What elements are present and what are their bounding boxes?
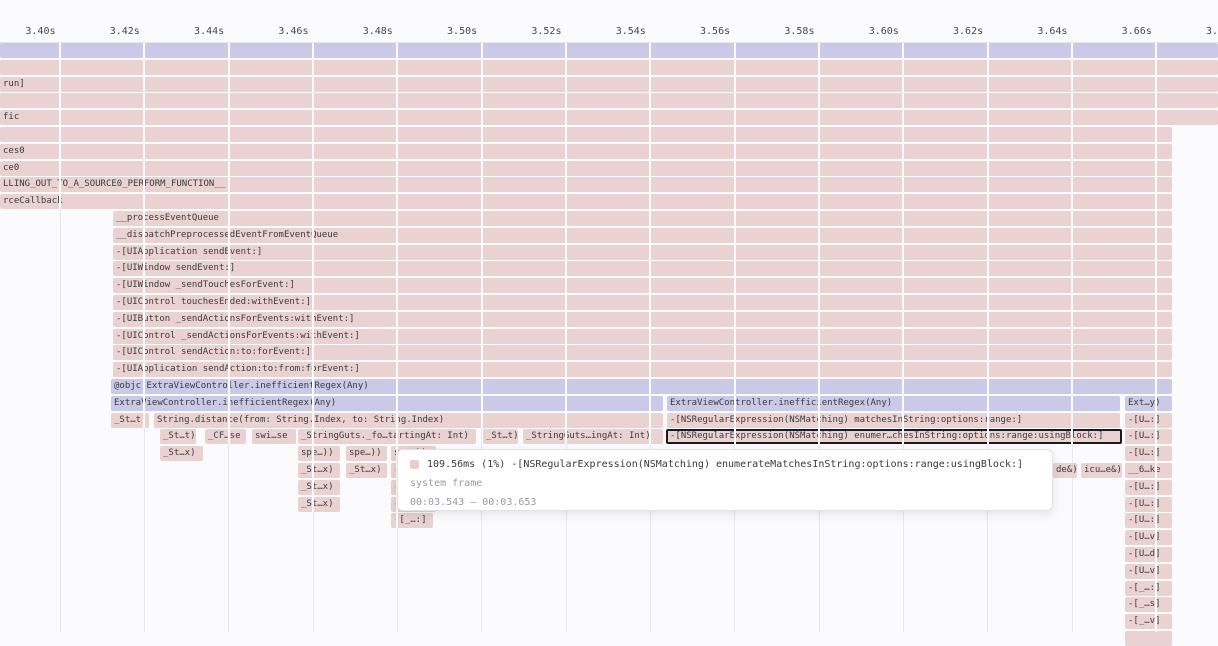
flame-bar[interactable]: -[UIControl sendAction:to:forEvent:] — [113, 345, 1172, 360]
flame-bar[interactable]: LLING_OUT_TO_A_SOURCE0_PERFORM_FUNCTION_… — [0, 177, 1172, 192]
ruler-tick-label: 3.42s — [84, 26, 140, 37]
flame-bar[interactable] — [0, 93, 1218, 108]
flame-bar[interactable]: icu…e&) — [1081, 463, 1122, 478]
flame-bar[interactable]: -[UIApplication sendAction:to:from:forEv… — [113, 362, 1172, 377]
ruler-tick-label: 3.60s — [843, 26, 899, 37]
flame-bar[interactable]: -[U…:] — [1125, 497, 1172, 512]
gridline-overlay — [1155, 43, 1157, 632]
color-swatch — [410, 460, 419, 469]
ruler-tick-label: 3.54s — [590, 26, 646, 37]
tooltip-time-range: 00:03.543 — 00:03.653 — [406, 493, 1042, 512]
flame-bar[interactable]: -[U…:] — [1125, 413, 1172, 428]
flame-bar[interactable]: String.distance(from: String.Index, to: … — [154, 413, 663, 428]
gridline-overlay — [902, 43, 904, 444]
flame-bar[interactable]: -[UIWindow sendEvent:] — [113, 261, 1172, 276]
flame-bar[interactable]: _St…x) — [160, 446, 203, 461]
ruler-tick-label: 3.46s — [252, 26, 308, 37]
ruler-tick-label: 3.56s — [674, 26, 730, 37]
flame-bar[interactable]: spe…)) — [298, 446, 340, 461]
gridline-overlay — [987, 43, 989, 444]
flame-bar[interactable]: run] — [0, 77, 1218, 92]
gridline-overlay — [143, 43, 145, 428]
ruler-tick-label: 3.50s — [421, 26, 477, 37]
flame-bar[interactable] — [0, 60, 1218, 75]
ruler-tick-label: 3.48s — [337, 26, 393, 37]
gridline-overlay — [312, 43, 314, 512]
ruler-tick-label: 3.64s — [1011, 26, 1067, 37]
ruler-tick-label: 3.40s — [0, 26, 56, 37]
flame-bar[interactable]: _St…x) — [298, 463, 340, 478]
flame-bar[interactable]: _StringGuts._fo…tartingAt: Int) — [298, 429, 476, 444]
flame-bar[interactable]: ExtraViewController.inefficientRegex(Any… — [111, 396, 663, 411]
flame-bar[interactable]: -[U…v] — [1125, 564, 1172, 579]
flame-bar[interactable] — [1125, 631, 1172, 646]
tooltip-frame-type: system frame — [406, 474, 1042, 493]
flame-bar[interactable]: -[U…v] — [1125, 530, 1172, 545]
flame-bar[interactable]: _St…t) — [483, 429, 518, 444]
tooltip-duration-text: 109.56ms (1%) -[NSRegularExpression(NSMa… — [427, 455, 1023, 474]
ruler-tick-label: 3.44s — [168, 26, 224, 37]
flame-bar[interactable]: rceCallback — [0, 194, 1172, 209]
tooltip: 109.56ms (1%) -[NSRegularExpression(NSMa… — [397, 449, 1053, 511]
flame-bar[interactable]: fic — [0, 110, 1218, 125]
flame-bar[interactable] — [0, 43, 1218, 58]
flame-bar[interactable]: -[U…d] — [1125, 547, 1172, 562]
flame-bar[interactable] — [0, 127, 1172, 142]
time-ruler[interactable]: 3.40s 3.42s 3.44s 3.46s 3.48s 3.50s 3.52s 3.54s… — [0, 0, 1218, 43]
flame-bar[interactable]: _St…x) — [298, 497, 340, 512]
flame-bar[interactable]: _StringGuts…ingAt: Int) — [523, 429, 663, 444]
flame-bar[interactable]: __dispatchPreprocessedEventFromEventQueu… — [113, 228, 1172, 243]
flame-bar[interactable]: -[UIControl touchesEnded:withEvent:] — [113, 295, 1172, 310]
flame-bar[interactable]: -[UIApplication sendEvent:] — [113, 245, 1172, 260]
gridline-overlay — [649, 43, 651, 444]
flame-bar[interactable]: -[U…:] — [1125, 446, 1172, 461]
flame-bar[interactable]: -[UIButton _sendActionsForEvents:withEve… — [113, 312, 1172, 327]
flame-bar[interactable]: _St…t) — [160, 429, 196, 444]
flame-bar[interactable]: @objc ExtraViewController.inefficientReg… — [111, 379, 1172, 394]
ruler-tick-label: 3.66s — [1096, 26, 1152, 37]
gridline-overlay — [228, 43, 230, 444]
flame-bar[interactable]: __6…ke — [1125, 463, 1172, 478]
gridline-overlay — [565, 43, 567, 444]
ruler-tick-label: 3.68s — [1180, 26, 1218, 37]
flame-bar[interactable]: -[_…s] — [1125, 597, 1172, 612]
ruler-tick-label: 3.58s — [758, 26, 814, 37]
flame-bar[interactable]: -[_…v] — [1125, 614, 1172, 629]
gridline-overlay — [1071, 43, 1073, 444]
tooltip-duration-line: 109.56ms (1%) -[NSRegularExpression(NSMa… — [406, 455, 1042, 474]
flame-bar[interactable]: _St…x) — [346, 463, 387, 478]
flame-bar[interactable]: Ext…y) — [1125, 396, 1172, 411]
flame-bar[interactable]: ces0 — [0, 144, 1172, 159]
flame-bar[interactable]: -[UIControl _sendActionsForEvents:withEv… — [113, 329, 1172, 344]
flame-bar[interactable]: _CF…se — [205, 429, 246, 444]
flame-bar[interactable]: ce0 — [0, 161, 1172, 176]
gridline-overlay — [481, 43, 483, 428]
flame-bar[interactable]: -[U…:] — [1125, 429, 1172, 444]
gridline-overlay — [59, 43, 61, 209]
ruler-tick-label: 3.52s — [505, 26, 561, 37]
gridline-overlay — [734, 43, 736, 444]
flame-bar[interactable]: -[U…:] — [1125, 480, 1172, 495]
flame-bar[interactable]: __processEventQueue — [113, 211, 1172, 226]
flame-bar[interactable]: _St…x) — [298, 480, 340, 495]
flame-bar[interactable]: -[_…:] — [1125, 581, 1172, 596]
flame-bar[interactable]: swi…se — [252, 429, 296, 444]
flame-bar[interactable]: de&) — [1053, 463, 1077, 478]
flame-bar[interactable]: spe…)) — [346, 446, 387, 461]
flame-bar[interactable]: -[U…:] — [1125, 513, 1172, 528]
flame-bar[interactable]: -[UIWindow _sendTouchesForEvent:] — [113, 278, 1172, 293]
gridline-overlay — [818, 43, 820, 444]
ruler-tick-label: 3.62s — [927, 26, 983, 37]
